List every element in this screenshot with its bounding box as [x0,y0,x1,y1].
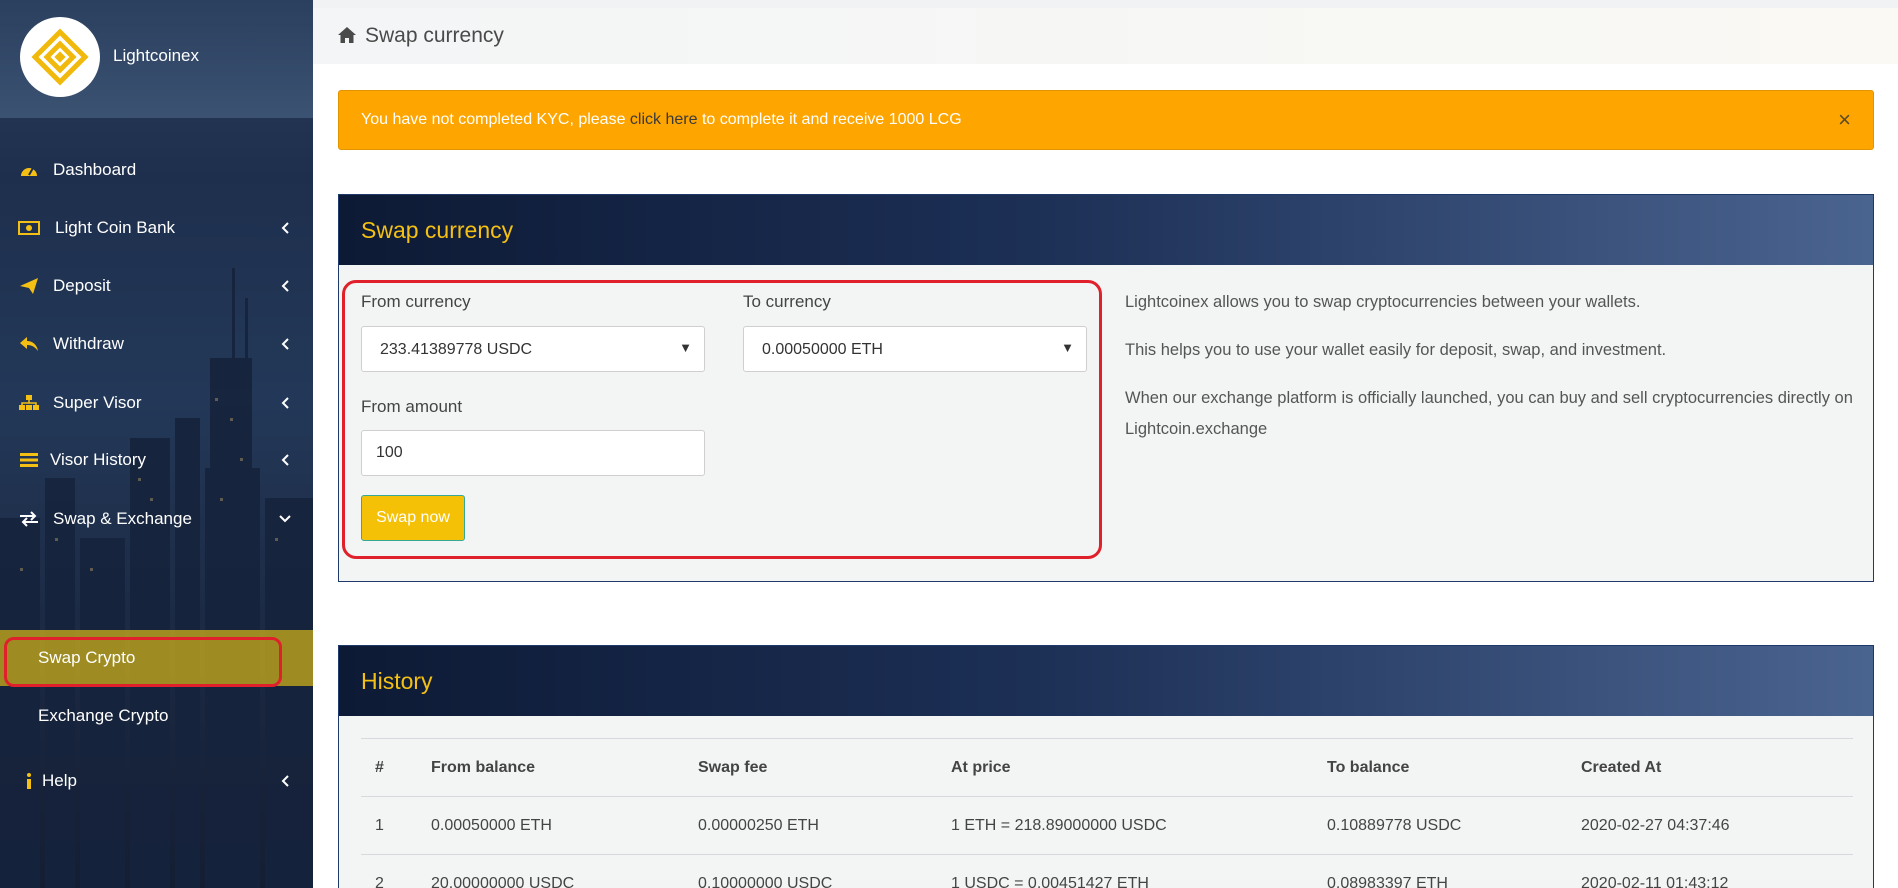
brand-name[interactable]: Lightcoinex [113,46,199,66]
to-currency-select[interactable]: 0.00050000 ETH ▼ [743,326,1087,372]
from-currency-value: 233.41389778 USDC [380,341,533,358]
dashboard-icon [18,159,40,181]
sidebar-item-label: Light Coin Bank [55,218,176,237]
bars-icon [18,449,40,471]
sidebar-item-label: Help [42,771,77,790]
sidebar-item-light-coin-bank[interactable]: Light Coin Bank [0,208,313,248]
from-amount-input[interactable] [361,430,705,476]
sidebar-item-visor-history[interactable]: Visor History [0,440,313,480]
info-icon [18,770,40,792]
swap-info: Lightcoinex allows you to swap cryptocur… [1125,287,1865,462]
column-header: From balance [417,738,684,797]
table-cell: 2020-02-27 04:37:46 [1567,796,1853,855]
sitemap-icon [18,392,40,414]
sidebar-item-label: Swap & Exchange [53,509,192,528]
table-cell: 2020-02-11 01:43:12 [1567,854,1853,888]
info-paragraph: Lightcoinex allows you to swap cryptocur… [1125,293,1641,311]
chevron-left-icon [279,222,291,234]
to-currency-label: To currency [743,292,831,311]
chevron-left-icon [279,775,291,787]
alert-text-before: You have not completed KYC, please [361,111,630,128]
caret-down-icon: ▼ [679,340,692,355]
sidebar-item-dashboard[interactable]: Dashboard [0,150,313,190]
logo-icon [31,28,89,86]
sidebar-item-withdraw[interactable]: Withdraw [0,324,313,364]
table-row: 2 20.00000000 USDC 0.10000000 USDC 1 USD… [361,854,1853,888]
table-cell: 2 [361,854,417,888]
swap-crypto-highlight-annotation [4,637,282,687]
column-header: To balance [1313,738,1567,797]
swap-now-button[interactable]: Swap now [361,495,465,541]
chevron-down-icon [279,513,291,525]
info-paragraph: When our exchange platform is officially… [1125,389,1853,438]
kyc-alert: You have not completed KYC, please click… [338,90,1874,150]
close-icon[interactable]: × [1838,107,1851,133]
history-table: # From balance Swap fee At price To bala… [361,738,1853,888]
sidebar-subitem-exchange-crypto[interactable]: Exchange Crypto [0,688,313,744]
paper-plane-icon [18,275,40,297]
page-header: Swap currency [313,0,1898,64]
table-cell: 0.10000000 USDC [684,854,937,888]
swap-panel-header: Swap currency [339,195,1873,265]
history-panel-header: History [339,646,1873,716]
sidebar-item-super-visor[interactable]: Super Visor [0,383,313,423]
sidebar-item-label: Super Visor [53,393,142,412]
chevron-left-icon [279,280,291,292]
history-panel: History # From balance Swap fee At price… [338,645,1874,888]
sidebar-subitem-label: Exchange Crypto [38,706,169,725]
chevron-left-icon [279,397,291,409]
table-cell: 0.00050000 ETH [417,796,684,855]
history-panel-title: History [361,668,433,694]
column-header: Swap fee [684,738,937,797]
chevron-left-icon [279,454,291,466]
swap-panel: Swap currency From currency 233.41389778… [338,194,1874,582]
brand-header: Lightcoinex [0,0,313,118]
sidebar-item-deposit[interactable]: Deposit [0,266,313,306]
column-header: At price [937,738,1313,797]
swap-panel-title: Swap currency [361,217,514,243]
sidebar: Lightcoinex Dashboard Light Coin Bank De… [0,0,313,888]
kyc-link[interactable]: click here [630,111,698,128]
table-cell: 0.10889778 USDC [1313,796,1567,855]
from-amount-label: From amount [361,397,463,416]
sidebar-item-help[interactable]: Help [0,761,313,801]
column-header: Created At [1567,738,1853,797]
column-header: # [361,738,417,797]
from-currency-select[interactable]: 233.41389778 USDC ▼ [361,326,705,372]
to-currency-value: 0.00050000 ETH [762,341,883,358]
sidebar-item-label: Visor History [50,450,147,469]
table-header-row: # From balance Swap fee At price To bala… [361,738,1853,797]
home-icon[interactable] [337,26,357,46]
sidebar-item-swap-exchange[interactable]: Swap & Exchange [0,499,313,539]
table-cell: 1 [361,796,417,855]
alert-message: You have not completed KYC, please click… [361,111,962,129]
money-icon [18,217,40,239]
table-cell: 1 USDC = 0.00451427 ETH [937,854,1313,888]
info-paragraph: This helps you to use your wallet easily… [1125,341,1667,359]
reply-icon [18,333,40,355]
table-row: 1 0.00050000 ETH 0.00000250 ETH 1 ETH = … [361,796,1853,855]
exchange-icon [18,508,40,530]
sidebar-item-label: Deposit [53,276,111,295]
page-title: Swap currency [365,24,504,47]
chevron-left-icon [279,338,291,350]
sidebar-item-label: Withdraw [53,334,124,353]
table-cell: 1 ETH = 218.89000000 USDC [937,796,1313,855]
sidebar-item-label: Dashboard [53,160,137,179]
from-currency-label: From currency [361,292,471,311]
caret-down-icon: ▼ [1061,340,1074,355]
table-cell: 0.00000250 ETH [684,796,937,855]
table-cell: 0.08983397 ETH [1313,854,1567,888]
logo[interactable] [20,17,100,97]
table-cell: 20.00000000 USDC [417,854,684,888]
alert-text-after: to complete it and receive 1000 LCG [697,111,962,128]
